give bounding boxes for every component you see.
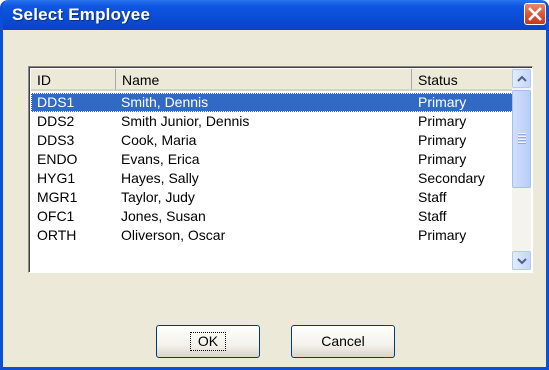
cell-status: Secondary [418, 170, 485, 186]
cancel-button[interactable]: Cancel [291, 325, 395, 358]
list-row[interactable]: HYG1 Hayes, Sally Secondary [31, 169, 514, 188]
thumb-grip [518, 133, 526, 135]
cell-status: Primary [418, 151, 467, 167]
cell-id: OFC1 [37, 208, 75, 224]
vertical-scrollbar[interactable] [512, 69, 531, 270]
list-row[interactable]: ORTH Oliverson, Oscar Primary [31, 226, 514, 245]
window-title: Select Employee [12, 5, 151, 24]
scrollbar-thumb[interactable] [512, 90, 531, 188]
cell-id: ENDO [37, 151, 78, 167]
cell-name: Oliverson, Oscar [121, 227, 226, 243]
cell-status: Staff [418, 208, 447, 224]
employee-list[interactable]: ID Name Status DDS1 Smith, Dennis Primar… [28, 66, 533, 273]
cell-id: DDS3 [37, 132, 75, 148]
list-row[interactable]: MGR1 Taylor, Judy Staff [31, 188, 514, 207]
cell-status: Primary [418, 132, 467, 148]
list-row[interactable]: OFC1 Jones, Susan Staff [31, 207, 514, 226]
cell-name: Taylor, Judy [121, 189, 195, 205]
cell-name: Cook, Maria [121, 132, 197, 148]
title-bar[interactable]: Select Employee [3, 0, 546, 30]
close-button[interactable] [524, 3, 546, 25]
thumb-grip [518, 136, 526, 138]
scroll-down-button[interactable] [512, 251, 531, 270]
cell-status: Primary [418, 227, 467, 243]
cell-name: Evans, Erica [121, 151, 200, 167]
list-row[interactable]: DDS1 Smith, Dennis Primary [31, 93, 514, 112]
thumb-grip [518, 139, 526, 141]
list-row[interactable]: ENDO Evans, Erica Primary [31, 150, 514, 169]
cell-name: Jones, Susan [121, 208, 206, 224]
cell-name: Smith Junior, Dennis [121, 113, 250, 129]
column-header-name[interactable]: Name [116, 69, 412, 91]
cell-status: Primary [418, 94, 467, 110]
column-header-status[interactable]: Status [412, 69, 514, 91]
ok-button[interactable]: OK [156, 325, 260, 358]
list-header: ID Name Status [31, 69, 514, 91]
select-employee-dialog: Select Employee ID Name Status DDS1 Smit… [0, 0, 549, 370]
column-header-id[interactable]: ID [31, 69, 116, 91]
scroll-up-button[interactable] [512, 69, 531, 88]
thumb-grip [518, 142, 526, 144]
cell-name: Hayes, Sally [121, 170, 199, 186]
cell-name: Smith, Dennis [121, 94, 209, 110]
cell-status: Primary [418, 113, 467, 129]
cell-id: ORTH [37, 227, 77, 243]
cell-id: MGR1 [37, 189, 78, 205]
list-rows: DDS1 Smith, Dennis Primary DDS2 Smith Ju… [31, 93, 514, 245]
cell-id: DDS2 [37, 113, 75, 129]
cell-id: HYG1 [37, 170, 76, 186]
cell-id: DDS1 [37, 94, 75, 110]
list-row[interactable]: DDS3 Cook, Maria Primary [31, 131, 514, 150]
list-row[interactable]: DDS2 Smith Junior, Dennis Primary [31, 112, 514, 131]
cell-status: Staff [418, 189, 447, 205]
